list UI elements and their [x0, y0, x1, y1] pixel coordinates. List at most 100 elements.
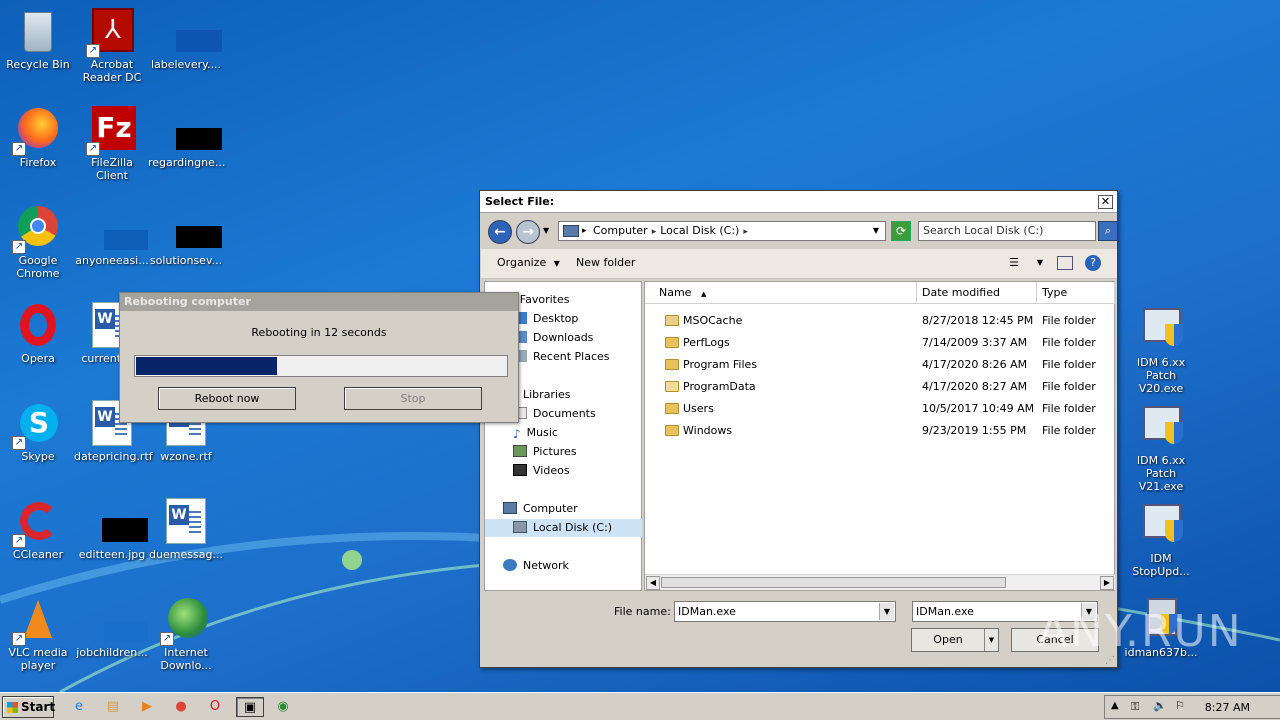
breadcrumb-computer[interactable]: Computer: [593, 224, 648, 237]
history-dropdown-icon[interactable]: ▼: [543, 226, 549, 235]
desktop-icon-skype[interactable]: S ↗ Skype: [0, 400, 76, 463]
start-button[interactable]: Start: [2, 696, 55, 718]
desktop-icon-labelevery[interactable]: labelevery....: [148, 8, 224, 71]
nav-documents[interactable]: Documents: [513, 405, 596, 423]
hard-drive-icon: [513, 521, 527, 533]
open-button[interactable]: Open ▼: [911, 628, 999, 652]
dialog-title-bar: Select File: ✕: [480, 191, 1117, 213]
split-dropdown-icon[interactable]: ▼: [984, 629, 998, 651]
file-row[interactable]: Program Files 4/17/2020 8:26 AM File fol…: [645, 354, 1115, 376]
locked-folder-icon: [665, 315, 679, 326]
desktop-icon-acrobat[interactable]: ⅄ ↗ Acrobat Reader DC: [74, 8, 150, 84]
opera-taskbar-icon[interactable]: O: [204, 697, 226, 717]
scroll-right-icon[interactable]: ▶: [1100, 576, 1114, 590]
stop-button[interactable]: Stop: [344, 387, 482, 410]
volume-icon[interactable]: 🔈: [1153, 699, 1167, 712]
image-file-icon: [88, 498, 148, 546]
nav-pictures[interactable]: Pictures: [513, 443, 577, 461]
nav-desktop[interactable]: Desktop: [513, 310, 578, 328]
file-date: 7/14/2009 3:37 AM: [922, 336, 1028, 349]
nav-music[interactable]: ♪ Music: [513, 424, 558, 442]
file-icon: [88, 204, 148, 252]
media-player-icon[interactable]: ▶: [136, 697, 158, 717]
desktop-icon-idm-patch-v20[interactable]: IDM 6.xx Patch V20.exe: [1123, 306, 1199, 395]
nav-computer[interactable]: Computer: [503, 500, 578, 518]
desktop-icon-solutionsev[interactable]: solutionsev...: [148, 204, 224, 267]
back-button[interactable]: ←: [488, 220, 512, 244]
desktop-icon-firefox[interactable]: ↗ Firefox: [0, 106, 76, 169]
skype-icon: S ↗: [12, 400, 62, 450]
breadcrumb-arrow-icon[interactable]: ▸: [652, 227, 657, 237]
breadcrumb-arrow-icon[interactable]: ▸: [743, 227, 748, 237]
file-explorer-icon[interactable]: ▤: [102, 697, 124, 717]
chrome-taskbar-icon[interactable]: ●: [170, 697, 192, 717]
file-type: File folder: [1042, 336, 1096, 349]
nav-downloads[interactable]: Downloads: [513, 329, 593, 347]
nav-videos[interactable]: Videos: [513, 462, 570, 480]
desktop-icon-duemessag[interactable]: duemessag...: [148, 498, 224, 561]
dialog-title: Select File:: [485, 195, 555, 208]
network-tray-icon[interactable]: ⚿: [1131, 700, 1139, 714]
nav-network[interactable]: Network: [503, 557, 569, 575]
folder-icon: [665, 337, 679, 348]
view-dropdown-icon[interactable]: ▼: [1031, 255, 1049, 271]
show-hidden-icons-icon[interactable]: ▲: [1111, 700, 1119, 711]
search-input[interactable]: Search Local Disk (C:): [918, 221, 1096, 241]
running-app-icon[interactable]: ▣: [236, 697, 264, 717]
reboot-now-button[interactable]: Reboot now: [158, 387, 296, 410]
chevron-down-icon[interactable]: ▼: [879, 603, 894, 620]
desktop-icon-filezilla[interactable]: Fz ↗ FileZilla Client: [74, 106, 150, 182]
file-row[interactable]: ProgramData 4/17/2020 8:27 AM File folde…: [645, 376, 1115, 398]
file-icon: [88, 596, 148, 644]
clock[interactable]: 8:27 AM: [1205, 701, 1250, 714]
file-row[interactable]: PerfLogs 7/14/2009 3:37 AM File folder: [645, 332, 1115, 354]
action-center-flag-icon[interactable]: ⚐: [1175, 699, 1185, 712]
desktop-icon-jobchildren[interactable]: jobchildren...: [74, 596, 150, 659]
forward-button[interactable]: →: [516, 220, 540, 244]
file-name-input[interactable]: IDMan.exe ▼: [674, 601, 896, 622]
desktop-icon-anyoneeasi[interactable]: anyoneeasi...: [74, 204, 150, 267]
idm-taskbar-icon[interactable]: ◉: [272, 697, 294, 717]
horizontal-scrollbar[interactable]: ◀ ▶: [645, 574, 1115, 590]
folder-icon: [665, 403, 679, 414]
image-file-icon: [162, 106, 222, 154]
new-folder-button[interactable]: New folder: [576, 256, 635, 269]
organize-button[interactable]: Organize ▼: [497, 256, 560, 269]
breadcrumb-local-disk[interactable]: Local Disk (C:): [660, 224, 739, 237]
desktop-icon-vlc[interactable]: ↗ VLC media player: [0, 596, 76, 672]
desktop-icon-opera[interactable]: Opera: [0, 302, 76, 365]
taskbar: Start e ▤ ▶ ● O ▣ ◉ ▲ ⚿ 🔈 ⚐ 8:27 AM: [0, 692, 1280, 720]
column-header-type[interactable]: Type: [1037, 282, 1115, 304]
desktop-icon-idm[interactable]: ↗ Internet Downlo...: [148, 596, 224, 672]
preview-pane-icon[interactable]: [1057, 256, 1073, 270]
desktop-icon-recycle-bin[interactable]: Recycle Bin: [0, 8, 76, 71]
desktop-icon-editteen[interactable]: editteen.jpg: [74, 498, 150, 561]
desktop-icon-ccleaner[interactable]: ↗ CCleaner: [0, 498, 76, 561]
desktop-icon-idm-stopupd[interactable]: IDM StopUpd...: [1123, 502, 1199, 578]
anyrun-watermark: ANY.RUN: [1038, 606, 1243, 657]
recycle-bin-icon: [14, 8, 62, 56]
address-dropdown-icon[interactable]: ▼: [873, 222, 879, 240]
desktop-icon-regardingne[interactable]: regardingne...: [148, 106, 225, 169]
file-row[interactable]: MSOCache 8/27/2018 12:45 PM File folder: [645, 310, 1115, 332]
shortcut-arrow-icon: ↗: [12, 436, 26, 450]
progress-fill: [136, 357, 277, 375]
address-bar[interactable]: ▸ Computer ▸ Local Disk (C:) ▸ ▼: [558, 221, 886, 241]
column-header-date[interactable]: Date modified: [917, 282, 1037, 304]
internet-explorer-icon[interactable]: e: [68, 697, 90, 717]
column-header-name[interactable]: Name ▲: [645, 282, 917, 304]
file-row[interactable]: Users 10/5/2017 10:49 AM File folder: [645, 398, 1115, 420]
view-options-icon[interactable]: ☰: [1005, 255, 1023, 271]
close-button[interactable]: ✕: [1098, 195, 1113, 209]
help-icon[interactable]: ?: [1085, 255, 1101, 271]
scroll-thumb[interactable]: [661, 577, 1006, 588]
refresh-button[interactable]: ⟳: [891, 221, 911, 241]
scroll-left-icon[interactable]: ◀: [646, 576, 660, 590]
nav-local-disk[interactable]: Local Disk (C:): [485, 519, 642, 537]
search-button[interactable]: ⌕: [1098, 221, 1118, 241]
rebooting-dialog: Rebooting computer Rebooting in 12 secon…: [119, 292, 519, 423]
file-row[interactable]: Windows 9/23/2019 1:55 PM File folder: [645, 420, 1115, 442]
desktop-icon-idm-patch-v21[interactable]: IDM 6.xx Patch V21.exe: [1123, 404, 1199, 493]
desktop-icon-chrome[interactable]: ↗ Google Chrome: [0, 204, 76, 280]
nav-recent-places[interactable]: Recent Places: [513, 348, 610, 366]
